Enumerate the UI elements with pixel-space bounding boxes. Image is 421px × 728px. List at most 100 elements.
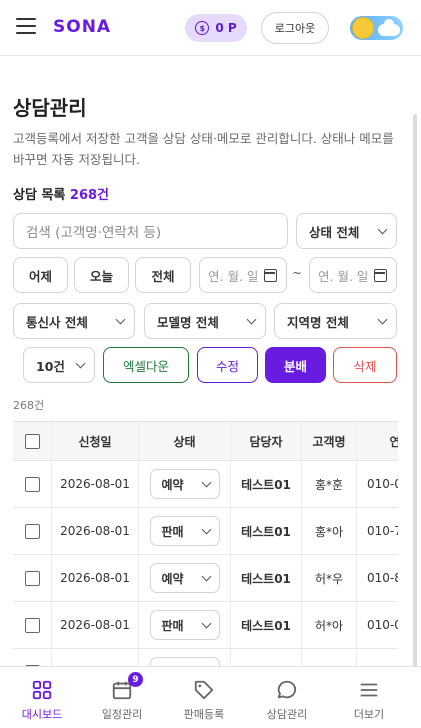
sun-icon [353, 18, 373, 38]
bottom-nav: 대시보드 9 일정관리 판매등록 상담관리 더보기 [0, 666, 421, 728]
row-customer: 허*아 [301, 602, 356, 648]
dashboard-icon [32, 680, 52, 700]
row-status-select[interactable]: 판매 [149, 610, 220, 640]
list-count: 268건 [69, 188, 110, 203]
points-badge[interactable]: $ 0 P [185, 14, 247, 42]
header-customer[interactable]: 고객명 [301, 422, 356, 460]
row-phone: 010-8 [356, 555, 398, 601]
header-agent[interactable]: 담당자 [230, 422, 301, 460]
row-status-value: 예약 [161, 477, 184, 492]
status-filter-select[interactable]: 상태 전체 [296, 213, 397, 249]
chevron-down-icon [115, 314, 126, 324]
row-checkbox[interactable] [24, 476, 40, 492]
all-button[interactable]: 전체 [135, 257, 191, 293]
row-select-cell [13, 555, 51, 601]
nav-dashboard[interactable]: 대시보드 [0, 667, 84, 728]
row-checkbox[interactable] [24, 570, 40, 586]
nav-sales-register[interactable]: 판매등록 [162, 667, 246, 728]
nav-more[interactable]: 더보기 [327, 667, 411, 728]
chevron-down-icon [377, 224, 388, 234]
top-bar: SONA $ 0 P 로그아웃 [0, 0, 421, 56]
row-select-cell [13, 508, 51, 554]
row-status-cell: 판매 [138, 602, 230, 648]
header-status[interactable]: 상태 [138, 422, 230, 460]
table-row[interactable]: 2026-08-01 판매 테스트01 허*훈 010-0 [13, 649, 398, 666]
start-date-input[interactable]: 연. 월. 일 [199, 257, 287, 293]
consultation-table: 신청일 상태 담당자 고객명 연 2026-08-01 예약 테스트01 홍*훈… [13, 421, 398, 666]
model-filter-value: 모델명 전체 [157, 314, 219, 330]
select-all-cell [13, 422, 51, 460]
page-size-value: 10건 [36, 358, 65, 374]
edit-button[interactable]: 수정 [197, 347, 258, 383]
delete-button[interactable]: 삭제 [333, 347, 397, 383]
nav-consultation[interactable]: 상담관리 [245, 667, 329, 728]
nav-label: 더보기 [353, 708, 385, 721]
calendar-icon[interactable] [264, 269, 277, 282]
row-date: 2026-08-01 [51, 508, 138, 554]
row-status-select[interactable]: 판매 [149, 657, 220, 666]
nav-label: 대시보드 [21, 708, 63, 721]
end-date-input[interactable]: 연. 월. 일 [309, 257, 397, 293]
row-status-value: 판매 [161, 524, 184, 539]
row-status-cell: 예약 [138, 555, 230, 601]
page-scrollbar[interactable] [413, 114, 417, 666]
points-value: 0 P [215, 21, 237, 35]
row-status-cell: 판매 [138, 649, 230, 666]
row-phone: 010-7 [356, 508, 398, 554]
table-row[interactable]: 2026-08-01 예약 테스트01 허*우 010-8 [13, 555, 398, 602]
chevron-down-icon [246, 314, 257, 324]
row-status-select[interactable]: 판매 [149, 516, 220, 546]
model-filter-select[interactable]: 모델명 전체 [144, 303, 266, 339]
search-input[interactable]: 검색 (고객명·연락처 등) [13, 213, 288, 249]
row-date: 2026-08-01 [51, 602, 138, 648]
row-date: 2026-08-01 [51, 461, 138, 507]
table-row[interactable]: 2026-08-01 예약 테스트01 홍*훈 010-0 [13, 461, 398, 508]
row-status-value: 판매 [161, 618, 184, 633]
menu-icon [360, 683, 378, 697]
cloud-icon [378, 19, 400, 36]
header-phone[interactable]: 연 [356, 422, 398, 460]
chevron-down-icon [201, 524, 211, 534]
row-agent: 테스트01 [230, 649, 301, 666]
page-title: 상담관리 [13, 96, 87, 120]
chevron-down-icon [377, 314, 388, 324]
header-date[interactable]: 신청일 [51, 422, 138, 460]
row-status-select[interactable]: 예약 [149, 469, 220, 499]
nav-schedule[interactable]: 9 일정관리 [80, 667, 164, 728]
app-logo[interactable]: SONA [53, 17, 111, 37]
calendar-icon[interactable] [374, 269, 387, 282]
row-date: 2026-08-01 [51, 649, 138, 666]
row-customer: 홍*아 [301, 508, 356, 554]
chevron-down-icon [201, 571, 211, 581]
select-all-checkbox[interactable] [24, 433, 40, 449]
row-agent: 테스트01 [230, 602, 301, 648]
table-total-count: 268건 [13, 399, 45, 412]
row-phone: 010-0 [356, 461, 398, 507]
excel-download-button[interactable]: 엑셀다운 [103, 347, 189, 383]
coin-icon: $ [195, 21, 210, 35]
row-status-select[interactable]: 예약 [149, 563, 220, 593]
main-content: 상담관리 고객등록에서 저장한 고객을 상담 상태·메모로 관리합니다. 상태나… [0, 56, 421, 666]
row-select-cell [13, 649, 51, 666]
row-status-cell: 판매 [138, 508, 230, 554]
logout-button[interactable]: 로그아웃 [261, 12, 329, 44]
start-date-placeholder: 연. 월. 일 [208, 268, 259, 284]
status-filter-value: 상태 전체 [309, 224, 360, 240]
row-status-value: 예약 [161, 571, 184, 586]
theme-toggle[interactable] [350, 16, 403, 40]
row-checkbox[interactable] [24, 617, 40, 633]
page-size-select[interactable]: 10건 [23, 347, 95, 383]
chevron-down-icon [201, 477, 211, 487]
hamburger-menu-icon[interactable] [16, 18, 36, 36]
yesterday-button[interactable]: 어제 [13, 257, 68, 293]
region-filter-select[interactable]: 지역명 전체 [274, 303, 397, 339]
today-button[interactable]: 오늘 [74, 257, 129, 293]
region-filter-value: 지역명 전체 [287, 314, 349, 330]
table-row[interactable]: 2026-08-01 판매 테스트01 허*아 010-0 [13, 602, 398, 649]
carrier-filter-select[interactable]: 통신사 전체 [13, 303, 135, 339]
table-row[interactable]: 2026-08-01 판매 테스트01 홍*아 010-7 [13, 508, 398, 555]
row-phone: 010-0 [356, 602, 398, 648]
assign-button[interactable]: 분배 [265, 347, 326, 383]
row-agent: 테스트01 [230, 461, 301, 507]
row-checkbox[interactable] [24, 523, 40, 539]
